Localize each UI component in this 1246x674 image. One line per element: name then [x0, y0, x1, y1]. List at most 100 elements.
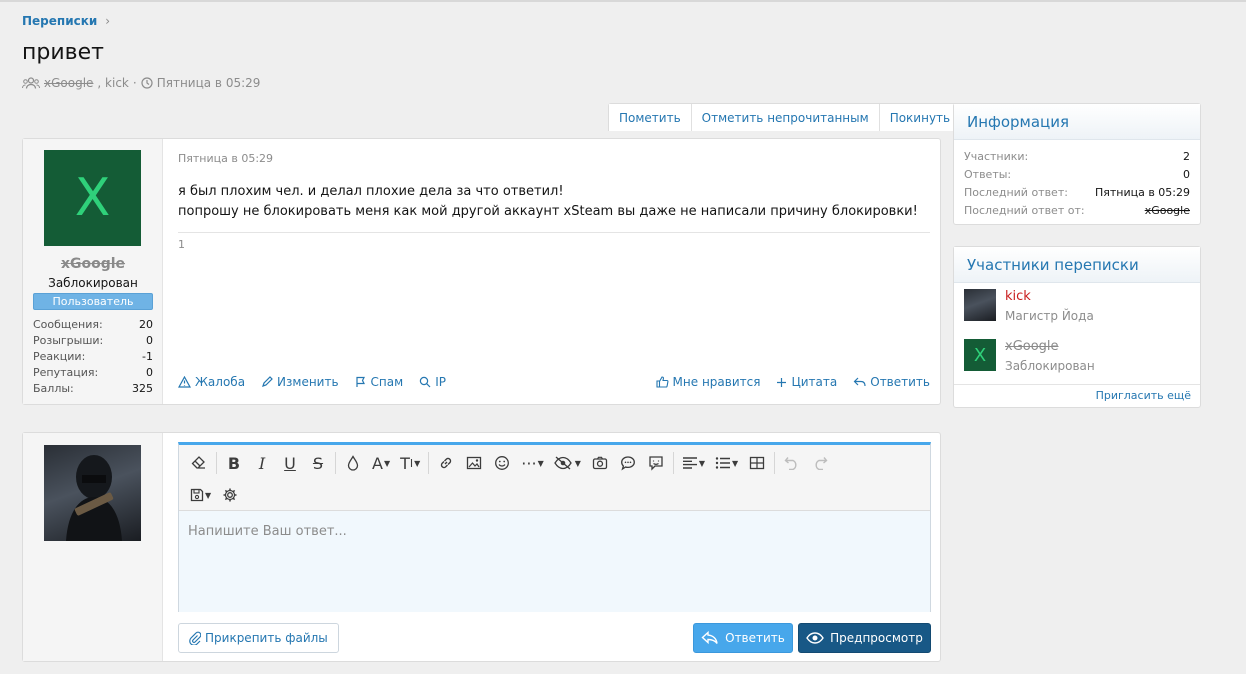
reply-link[interactable]: Ответить	[853, 375, 930, 389]
search-icon	[419, 376, 431, 388]
align-icon[interactable]: ▼	[677, 450, 710, 476]
page-title: привет	[22, 40, 104, 65]
list-icon[interactable]: ▼	[710, 450, 743, 476]
reply-editor: B I U S A ▼ T I ▼ ··· ▼ ▼ ▼ ▼ ▼ Напишите…	[178, 442, 931, 612]
submit-reply-button[interactable]: Ответить	[693, 623, 793, 653]
message-actions-left: Жалоба Изменить Спам IP	[178, 375, 446, 389]
spoiler-icon[interactable]	[642, 450, 670, 476]
underline-icon[interactable]: U	[276, 450, 304, 476]
gear-icon[interactable]	[216, 482, 244, 508]
participant-name[interactable]: kick	[1005, 289, 1094, 305]
avatar[interactable]: X	[44, 150, 141, 246]
camera-icon[interactable]	[586, 450, 614, 476]
paperclip-icon	[189, 631, 201, 645]
avatar[interactable]: X	[964, 339, 996, 371]
top-border	[0, 0, 1246, 2]
drafts-icon[interactable]: ▼	[185, 482, 216, 508]
leave-button[interactable]: Покинуть	[878, 104, 961, 131]
participant-item: X xGoogle Заблокирован	[964, 339, 1095, 375]
attach-files-button[interactable]: Прикрепить файлы	[178, 623, 339, 653]
bold-icon[interactable]: B	[220, 450, 248, 476]
info-row: Последний ответ от: xGoogle	[964, 202, 1190, 220]
conversation-meta: xGoogle , kick · Пятница в 05:29	[22, 76, 260, 90]
info-title: Информация	[954, 104, 1200, 140]
stat-value: 20	[139, 318, 153, 331]
quote-label: Цитата	[791, 375, 838, 389]
smiley-icon[interactable]	[488, 450, 516, 476]
font-family-icon[interactable]: A ▼	[367, 450, 395, 476]
message-extra: 1	[178, 238, 185, 251]
breadcrumb: Переписки ›	[22, 14, 110, 28]
message-date[interactable]: Пятница в 05:29	[178, 152, 273, 165]
italic-icon[interactable]: I	[248, 450, 276, 476]
edit-label: Изменить	[277, 375, 339, 389]
spam-label: Спам	[370, 375, 404, 389]
stat-value: -1	[142, 350, 153, 363]
meta-date: Пятница в 05:29	[156, 76, 261, 90]
meta-participant-xgoogle[interactable]: xGoogle	[44, 76, 93, 90]
eye-icon	[806, 632, 824, 644]
mark-button[interactable]: Пометить	[609, 104, 691, 131]
invite-more-link[interactable]: Пригласить ещё	[954, 384, 1200, 407]
participants-block: Участники переписки kick Магистр Йода X …	[953, 246, 1201, 408]
comment-icon[interactable]	[614, 450, 642, 476]
stat-label: Сообщения:	[33, 318, 103, 331]
message-user-panel: X xGoogle Заблокирован Пользователь Сооб…	[23, 139, 163, 404]
stat-label: Розыгрыши:	[33, 334, 104, 347]
quote-link[interactable]: Цитата	[776, 375, 837, 389]
info-value: 2	[1183, 150, 1190, 163]
author-name[interactable]: xGoogle	[23, 256, 163, 272]
breadcrumb-conversations-link[interactable]: Переписки	[22, 14, 97, 28]
stat-row: Реакции: -1	[33, 349, 153, 365]
info-label: Участники:	[964, 150, 1029, 163]
info-value[interactable]: Пятница в 05:29	[1095, 184, 1190, 202]
like-link[interactable]: Мне нравится	[655, 375, 761, 389]
info-row: Участники: 2	[964, 148, 1190, 166]
text-color-icon[interactable]	[339, 450, 367, 476]
ip-label: IP	[435, 375, 446, 389]
link-icon[interactable]	[432, 450, 460, 476]
image-icon[interactable]	[460, 450, 488, 476]
info-row: Ответы: 0	[964, 166, 1190, 184]
stat-label: Баллы:	[33, 382, 74, 395]
hide-content-icon[interactable]: ▼	[549, 450, 586, 476]
info-value[interactable]: xGoogle	[1145, 202, 1190, 220]
mark-unread-button[interactable]: Отметить непрочитанным	[690, 104, 879, 131]
participant-name[interactable]: xGoogle	[1005, 339, 1095, 355]
reply-card: B I U S A ▼ T I ▼ ··· ▼ ▼ ▼ ▼ ▼ Напишите…	[22, 432, 941, 662]
stat-row: Розыгрыши: 0	[33, 333, 153, 349]
undo-icon[interactable]	[778, 450, 806, 476]
message-body: Пятница в 05:29 я был плохим чел. и дела…	[178, 139, 930, 404]
preview-button[interactable]: Предпросмотр	[798, 623, 931, 653]
spam-link[interactable]: Спам	[355, 375, 404, 389]
attach-files-label: Прикрепить файлы	[205, 631, 328, 645]
toolbar-separator	[335, 452, 336, 474]
avatar[interactable]	[44, 445, 141, 541]
strikethrough-icon[interactable]: S	[304, 450, 332, 476]
conversation-actions: Пометить Отметить непрочитанным Покинуть	[608, 103, 962, 131]
like-label: Мне нравится	[672, 375, 761, 389]
participant-role: Заблокирован	[1005, 359, 1095, 373]
chevron-right-icon: ›	[105, 14, 111, 28]
font-size-icon[interactable]: T I ▼	[395, 450, 425, 476]
toolbar-row-1: B I U S A ▼ T I ▼ ··· ▼ ▼ ▼ ▼	[185, 450, 834, 476]
avatar[interactable]	[964, 289, 996, 321]
edit-link[interactable]: Изменить	[261, 375, 339, 389]
stat-value: 0	[146, 334, 153, 347]
redo-icon[interactable]	[806, 450, 834, 476]
report-label: Жалоба	[195, 375, 246, 389]
ip-link[interactable]: IP	[419, 375, 446, 389]
submit-reply-label: Ответить	[725, 631, 785, 645]
toolbar-separator	[428, 452, 430, 474]
participant-item: kick Магистр Йода	[964, 289, 1094, 325]
author-title: Заблокирован	[48, 276, 138, 290]
more-options-icon[interactable]: ··· ▼	[516, 450, 548, 476]
message-text: я был плохим чел. и делал плохие дела за…	[178, 182, 918, 222]
report-link[interactable]: Жалоба	[178, 375, 245, 389]
warning-icon	[178, 376, 191, 388]
participant-info: kick Магистр Йода	[1005, 289, 1094, 325]
eraser-icon[interactable]	[185, 450, 213, 476]
reply-textarea[interactable]: Напишите Ваш ответ...	[179, 511, 930, 612]
meta-participant-kick[interactable]: , kick	[97, 76, 128, 90]
table-icon[interactable]	[743, 450, 771, 476]
